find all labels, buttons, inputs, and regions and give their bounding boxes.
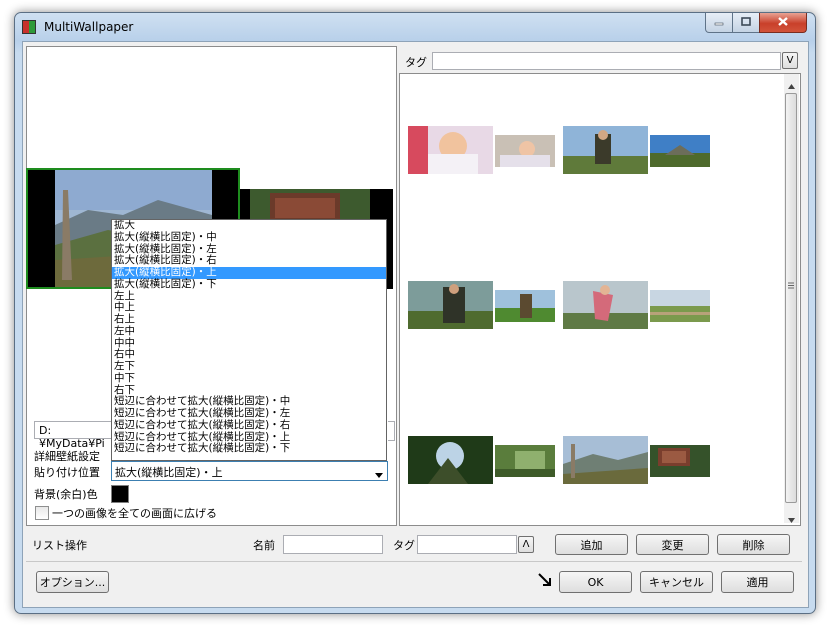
dropdown-option[interactable]: 左上 (112, 290, 386, 303)
name-input[interactable] (283, 535, 383, 554)
dropdown-option[interactable]: 中上 (112, 301, 386, 314)
scroll-up-icon (788, 79, 795, 92)
dropdown-option[interactable]: 左下 (112, 360, 386, 373)
name-label: 名前 (253, 539, 275, 552)
spread-checkbox-label: 一つの画像を全ての画面に広げる (52, 507, 217, 520)
maximize-icon (741, 16, 751, 29)
dropdown-option[interactable]: 中中 (112, 337, 386, 350)
path-text: D:¥MyData¥Pi (39, 424, 105, 450)
path-field[interactable]: D:¥MyData¥Pi (34, 421, 112, 450)
dropdown-option[interactable]: 右中 (112, 348, 386, 361)
tag-filter-label: タグ (405, 56, 427, 69)
thumbnail-image[interactable] (408, 436, 493, 484)
thumbnail-image[interactable] (650, 290, 710, 322)
thumbnail-image[interactable] (563, 126, 648, 174)
options-button[interactable]: オプション... (36, 571, 109, 593)
tag-filter-toggle-button[interactable]: V (782, 52, 798, 69)
dropdown-option[interactable]: 左中 (112, 325, 386, 338)
thumbnail-image[interactable] (495, 445, 555, 477)
cancel-button[interactable]: キャンセル (640, 571, 713, 593)
window-title: MultiWallpaper (44, 20, 134, 34)
thumbnail-image[interactable] (563, 436, 648, 484)
close-button[interactable] (759, 13, 807, 33)
image-list-scrollbar[interactable] (784, 74, 799, 523)
thumbnail-image[interactable] (650, 445, 710, 477)
scroll-thumb[interactable] (785, 93, 797, 503)
dropdown-option[interactable]: 中下 (112, 372, 386, 385)
list-ops-label: リスト操作 (32, 539, 87, 552)
spread-checkbox[interactable] (35, 506, 49, 520)
dropdown-option[interactable]: 短辺に合わせて拡大(縦横比固定)・右 (112, 419, 386, 432)
change-button[interactable]: 変更 (636, 534, 709, 555)
maximize-button[interactable] (732, 13, 760, 33)
paste-position-select[interactable]: 拡大(縦横比固定)・上 (111, 461, 388, 481)
dropdown-option[interactable]: 拡大 (112, 220, 386, 232)
delete-button[interactable]: 削除 (717, 534, 790, 555)
minimize-button[interactable] (705, 13, 733, 33)
scroll-grip-icon (787, 279, 795, 292)
dropdown-option[interactable]: 短辺に合わせて拡大(縦横比固定)・左 (112, 407, 386, 420)
thumbnail-image[interactable] (495, 290, 555, 322)
apply-button[interactable]: 適用 (721, 571, 794, 593)
cursor-arrow-icon (537, 572, 553, 591)
thumbnail-image[interactable] (650, 135, 710, 167)
paste-position-label: 貼り付け位置 (34, 466, 100, 479)
thumbnail-image[interactable] (408, 281, 493, 329)
paste-position-value: 拡大(縦横比固定)・上 (115, 466, 223, 479)
path-field-edge (388, 421, 395, 441)
paste-position-dropdown-list[interactable]: 拡大 拡大(縦横比固定)・中 拡大(縦横比固定)・左 拡大(縦横比固定)・右 拡大(縦横… (111, 219, 387, 461)
tag-history-button[interactable]: Λ (518, 536, 534, 553)
detail-settings-label: 詳細壁紙設定 (34, 450, 100, 463)
minimize-icon (714, 16, 724, 29)
dropdown-option[interactable]: 右上 (112, 313, 386, 326)
dropdown-option[interactable]: 拡大(縦横比固定)・中 (112, 231, 386, 244)
thumbnail-image[interactable] (408, 126, 493, 174)
thumbnail-image[interactable] (563, 281, 648, 329)
scroll-down-icon (788, 513, 795, 526)
tag-filter-input[interactable] (432, 52, 781, 70)
dropdown-option[interactable]: 拡大(縦横比固定)・上 (112, 266, 386, 279)
tag-label: タグ (393, 539, 415, 552)
separator (26, 561, 802, 562)
chevron-down-icon (375, 468, 383, 481)
ok-button[interactable]: OK (559, 571, 632, 593)
thumbnail-image[interactable] (495, 135, 555, 167)
dropdown-option[interactable]: 拡大(縦横比固定)・下 (112, 278, 386, 291)
bg-color-label: 背景(余白)色 (34, 488, 98, 501)
tag-input[interactable] (417, 535, 517, 554)
app-icon (22, 20, 36, 34)
bg-color-swatch[interactable] (111, 485, 129, 503)
add-button[interactable]: 追加 (555, 534, 628, 555)
dropdown-option[interactable]: 短辺に合わせて拡大(縦横比固定)・下 (112, 442, 386, 455)
close-icon (777, 16, 789, 30)
